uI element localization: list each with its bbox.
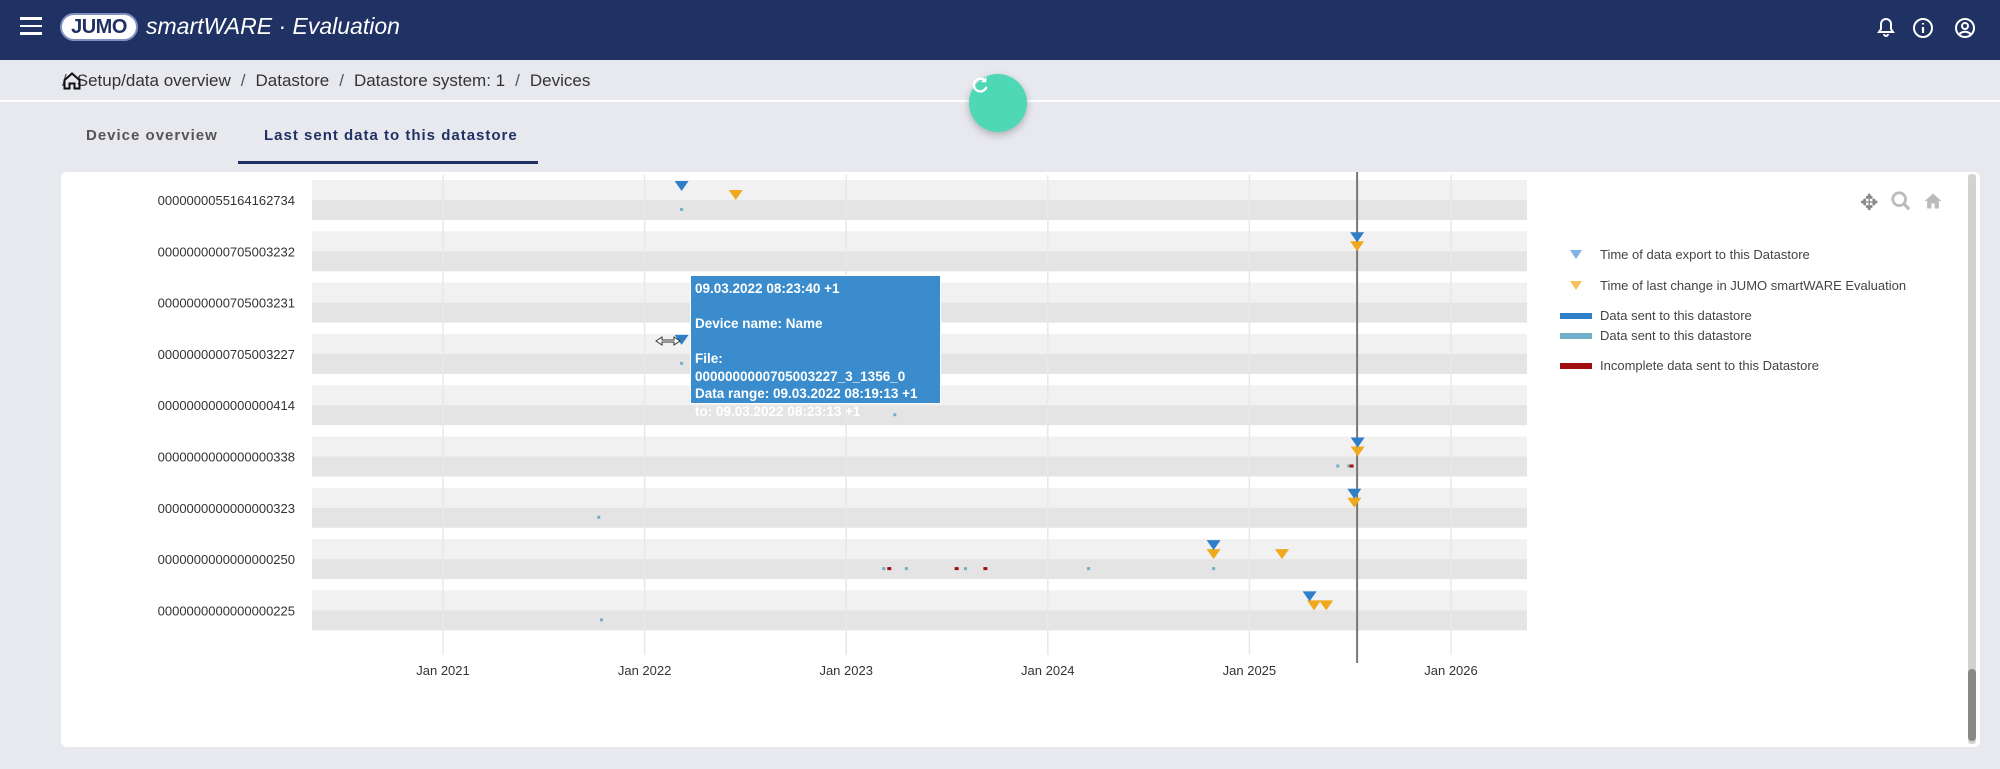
row-label: 0000000000000000225 (158, 603, 295, 618)
legend-item-data-sent-2[interactable]: Data sent to this datastore (1560, 328, 1752, 343)
row-band-top (312, 539, 1527, 560)
legend-item-incomplete[interactable]: Incomplete data sent to this Datastore (1560, 358, 1819, 373)
row-label: 0000000000705003227 (158, 347, 295, 362)
row-label: 0000000000000000323 (158, 501, 295, 516)
legend-label: Data sent to this datastore (1600, 328, 1752, 343)
data-sent-mark (1336, 464, 1340, 468)
x-tick-label: Jan 2026 (1424, 663, 1478, 678)
tooltip-range: Data range: 09.03.2022 08:19:13 +1 (695, 386, 918, 401)
legend-label: Time of data export to this Datastore (1600, 247, 1810, 262)
row-band-bottom (312, 200, 1527, 220)
row-label: 0000000000000000250 (158, 552, 295, 567)
incomplete-data-mark (1349, 464, 1354, 468)
row-label: 0000000000000000414 (158, 398, 295, 413)
data-sent-mark (1087, 567, 1091, 571)
incomplete-data-mark (983, 567, 988, 571)
row-label: 0000000055164162734 (158, 193, 295, 208)
tooltip-to: to: 09.03.2022 08:23:13 +1 (695, 403, 861, 419)
row-band-bottom (312, 559, 1527, 580)
timeline-chart[interactable]: 0000000055164162734 0000000000705003232 00… (0, 0, 2000, 769)
row-label: 0000000000000000338 (158, 450, 295, 465)
x-tick-label: Jan 2024 (1021, 663, 1075, 678)
zoom-icon[interactable] (1890, 190, 1912, 212)
legend-swatch (1560, 362, 1592, 369)
incomplete-data-mark (954, 567, 959, 571)
tooltip-device: Device name: Name (695, 316, 823, 331)
x-tick-label: Jan 2021 (416, 663, 470, 678)
row-band-top (312, 590, 1527, 611)
row-band-bottom (312, 251, 1527, 272)
data-sent-mark (680, 361, 684, 365)
row-band-top (312, 487, 1527, 508)
row-label: 0000000000705003232 (158, 244, 295, 259)
legend-item-change[interactable]: Time of last change in JUMO smartWARE Ev… (1560, 278, 1906, 293)
legend-label: Data sent to this datastore (1600, 308, 1752, 323)
row-band-bottom (312, 456, 1527, 477)
triangle-icon (1570, 250, 1582, 259)
pan-icon[interactable]: ✥ (1860, 190, 1878, 216)
tooltip-file: File: 0000000000705003227_3_1356_0 (695, 351, 906, 384)
scrollbar[interactable] (1968, 174, 1976, 744)
data-sent-mark (904, 567, 908, 571)
data-sent-mark (1212, 567, 1216, 571)
legend-item-data-sent[interactable]: Data sent to this datastore (1560, 308, 1752, 323)
legend-swatch (1560, 332, 1592, 339)
scrollbar-thumb[interactable] (1968, 669, 1976, 741)
incomplete-data-mark (887, 567, 892, 571)
row-band-top (312, 231, 1527, 252)
hover-tooltip: 09.03.2022 08:23:40 +1 Device name: Name… (690, 275, 941, 419)
legend-item-export[interactable]: Time of data export to this Datastore (1560, 247, 1810, 262)
row-label: 0000000000705003231 (158, 296, 295, 311)
data-sent-mark (600, 618, 604, 622)
reset-home-icon[interactable] (1923, 191, 1943, 211)
data-sent-mark (882, 567, 886, 571)
legend-label: Time of last change in JUMO smartWARE Ev… (1600, 278, 1907, 293)
legend-swatch (1560, 312, 1592, 319)
row-band-top (312, 436, 1527, 457)
triangle-icon (1570, 281, 1582, 290)
row-band-top (312, 180, 1527, 200)
x-tick-label: Jan 2022 (618, 663, 672, 678)
data-sent-mark (680, 208, 684, 211)
data-sent-mark (597, 515, 601, 519)
row-band-bottom (312, 610, 1527, 631)
data-sent-mark (964, 567, 968, 571)
row-band-bottom (312, 507, 1527, 528)
x-tick-label: Jan 2025 (1223, 663, 1277, 678)
x-tick-label: Jan 2023 (819, 663, 873, 678)
tooltip-time: 09.03.2022 08:23:40 +1 (695, 281, 840, 296)
legend-label: Incomplete data sent to this Datastore (1600, 358, 1819, 373)
